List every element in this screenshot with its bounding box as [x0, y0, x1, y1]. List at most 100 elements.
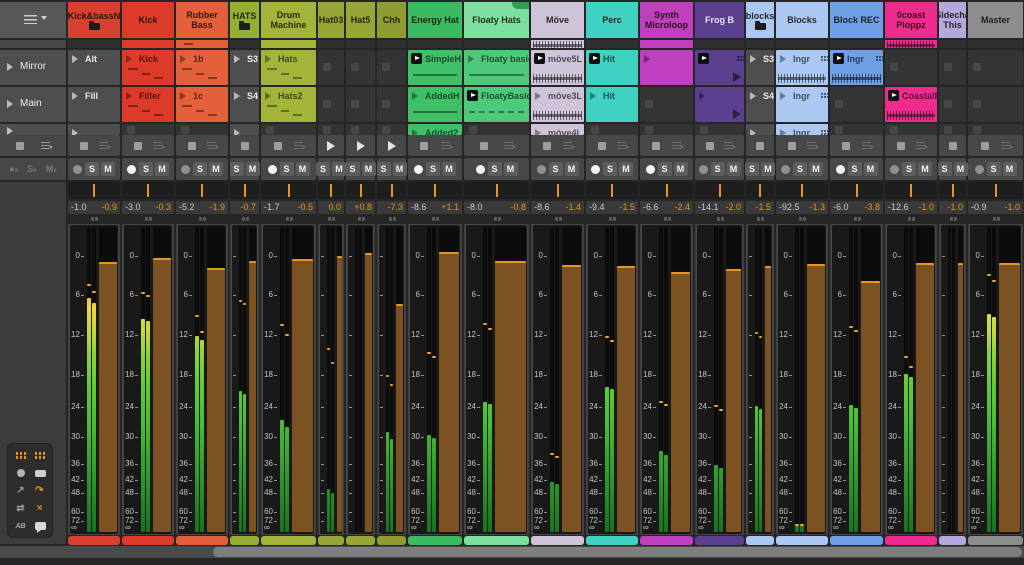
stop-clips-icon[interactable]: [756, 142, 764, 150]
scene-list-icon[interactable]: [41, 142, 50, 149]
meter-circle-icon[interactable]: [14, 467, 28, 478]
record-arm-button[interactable]: [127, 165, 136, 174]
volume-fader[interactable]: [99, 262, 117, 532]
track-header-m-ve[interactable]: Möve: [531, 2, 584, 38]
clip-slot[interactable]: FloatyBasic2: [464, 87, 529, 122]
clip-stop-icon[interactable]: [323, 63, 331, 71]
pan-control[interactable]: [377, 182, 406, 199]
clip-slot[interactable]: [261, 124, 316, 135]
track-header-drum-machine[interactable]: Drum Machine: [261, 2, 316, 38]
scene-play-icon[interactable]: [7, 100, 13, 108]
solo-button[interactable]: S: [377, 162, 391, 176]
clip-slot[interactable]: Ingr: [776, 87, 828, 122]
volume-fader[interactable]: [396, 304, 403, 532]
volume-fader[interactable]: [207, 268, 225, 532]
scene-list-icon[interactable]: [207, 142, 216, 149]
stop-clips-icon[interactable]: [652, 142, 660, 150]
hamburger-menu-icon[interactable]: [24, 15, 37, 24]
mute-button[interactable]: M: [864, 162, 878, 176]
clip-slot[interactable]: Hit: [586, 87, 638, 122]
clip-stop-icon[interactable]: [323, 100, 331, 108]
clip-stop-icon[interactable]: [351, 63, 359, 71]
mute-button[interactable]: M: [504, 162, 518, 176]
track-header-hats[interactable]: HATS: [230, 2, 259, 38]
mute-button[interactable]: M: [565, 162, 579, 176]
clip-slot[interactable]: [586, 124, 638, 135]
clip-playing-icon[interactable]: [833, 53, 844, 64]
clip-play-icon[interactable]: [72, 92, 78, 100]
volume-fader[interactable]: [807, 264, 825, 532]
clip-play-icon[interactable]: [535, 129, 541, 135]
mute-button[interactable]: M: [393, 162, 407, 176]
clip-play-icon[interactable]: [780, 129, 786, 135]
mute-button[interactable]: M: [918, 162, 932, 176]
solo-button[interactable]: S: [987, 162, 1001, 176]
volume-fader[interactable]: [617, 266, 635, 532]
clip-stop-icon[interactable]: [835, 100, 843, 108]
pan-control[interactable]: [776, 182, 828, 199]
record-arm-button[interactable]: [781, 165, 790, 174]
track-header-0coast-ploppz[interactable]: 0coast Ploppz: [885, 2, 937, 38]
clip-slot[interactable]: Filler: [122, 87, 174, 122]
pan-control[interactable]: [695, 182, 744, 199]
track-header-master[interactable]: Master: [968, 2, 1023, 38]
clip-slot[interactable]: Hit: [586, 50, 638, 85]
clip-play-icon[interactable]: [234, 55, 240, 63]
clip-slot[interactable]: [377, 124, 406, 135]
pan-control[interactable]: [968, 182, 1023, 199]
clip-stop-icon[interactable]: [181, 126, 189, 134]
mute-button[interactable]: M: [761, 162, 775, 176]
solo-button[interactable]: S: [549, 162, 563, 176]
clip-play-icon[interactable]: [72, 129, 78, 135]
solo-button[interactable]: S: [938, 162, 952, 176]
solo-button[interactable]: S: [902, 162, 916, 176]
clip-slot[interactable]: 1b: [176, 50, 228, 85]
clip-stop-icon[interactable]: [944, 63, 952, 71]
clip-play-icon[interactable]: [750, 55, 756, 63]
clip-slot[interactable]: S4: [746, 87, 774, 122]
track-header-blocks[interactable]: Blocks: [776, 2, 828, 38]
volume-fader[interactable]: [337, 256, 342, 532]
scene-list-icon[interactable]: [916, 142, 925, 149]
clip-playing-icon[interactable]: [698, 53, 709, 64]
track-header-kick[interactable]: Kick: [122, 2, 174, 38]
volume-fader[interactable]: [765, 266, 771, 532]
clip-slot[interactable]: S4: [230, 87, 259, 122]
clip-slot[interactable]: [176, 124, 228, 135]
clip-slot[interactable]: [968, 87, 1023, 122]
clip-slot[interactable]: [346, 87, 375, 122]
clip-play-icon[interactable]: [412, 92, 418, 100]
stop-clips-icon[interactable]: [842, 142, 850, 150]
solo-button[interactable]: S: [85, 162, 99, 176]
stop-clips-icon[interactable]: [788, 142, 796, 150]
clip-slot[interactable]: AddedH: [408, 87, 462, 122]
record-arm-button[interactable]: [537, 165, 546, 174]
mute-button[interactable]: M: [362, 162, 376, 176]
solo-button[interactable]: S: [711, 162, 725, 176]
clip-slot[interactable]: [346, 50, 375, 85]
volume-fader[interactable]: [916, 263, 934, 533]
clip-stop-icon[interactable]: [382, 63, 390, 71]
track-header-blocks[interactable]: blocks: [746, 2, 774, 38]
clip-slot[interactable]: [377, 50, 406, 85]
scene-list-icon[interactable]: [294, 142, 303, 149]
launcher-header[interactable]: [0, 2, 66, 38]
track-header-chh[interactable]: Chh: [377, 2, 406, 38]
clip-play-icon[interactable]: [750, 129, 756, 135]
mute-button[interactable]: M: [442, 162, 456, 176]
clip-slot[interactable]: [695, 87, 744, 122]
clip-slot[interactable]: [939, 50, 966, 85]
clip-playing-icon[interactable]: [589, 53, 600, 64]
clip-slot[interactable]: Ingr: [776, 124, 828, 135]
record-arm-button[interactable]: [699, 165, 708, 174]
volume-fader[interactable]: [671, 272, 690, 532]
clip-stop-icon[interactable]: [266, 126, 274, 134]
global-s-off-button[interactable]: Sx: [27, 164, 36, 174]
volume-fader[interactable]: [726, 269, 741, 532]
pan-control[interactable]: [176, 182, 228, 199]
clip-slot[interactable]: [318, 124, 344, 135]
clip-stop-icon[interactable]: [351, 100, 359, 108]
clip-playing-icon[interactable]: [888, 90, 899, 101]
track-header-kick-bassn[interactable]: Kick&bassN: [68, 2, 120, 38]
mute-button[interactable]: M: [1003, 162, 1017, 176]
